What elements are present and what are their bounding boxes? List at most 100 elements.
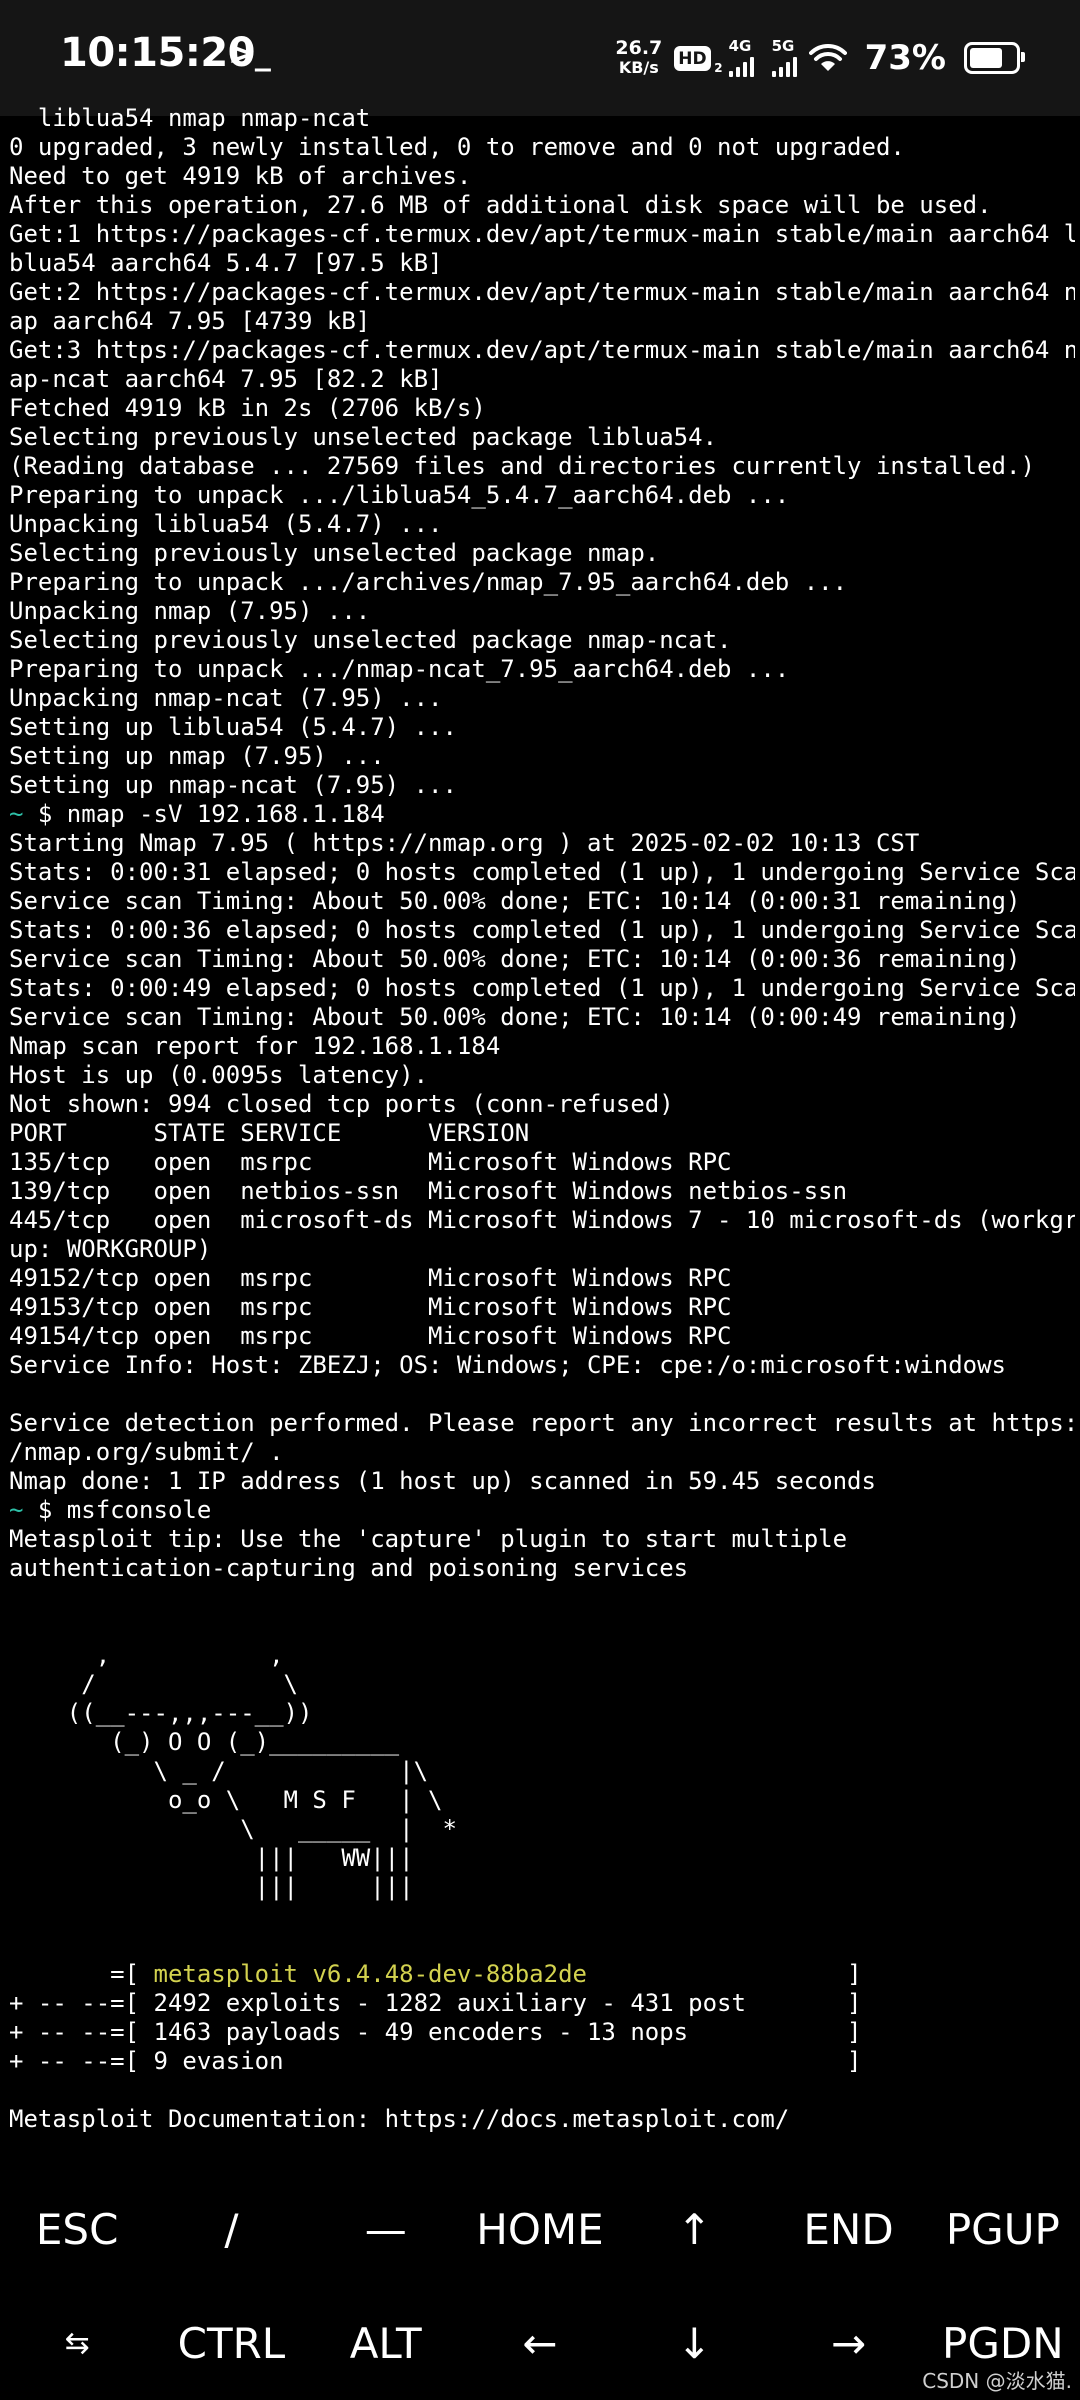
terminal-output[interactable]: liblua54 nmap nmap-ncat 0 upgraded, 3 new…: [9, 104, 1075, 2164]
terminal-line: Get:2 https://packages-cf.termux.dev/apt…: [9, 278, 1075, 306]
ascii-art-line: , ,: [9, 1641, 284, 1669]
extra-keys-row-2: ⇆ CTRL ALT ← ↓ → PGDN: [0, 2286, 1080, 2400]
key-pgup[interactable]: PGUP: [926, 2172, 1080, 2286]
banner-title-line: =[ metasploit v6.4.48-dev-88ba2de ]: [9, 1960, 1075, 1989]
terminal-line: 445/tcp open microsoft-ds Microsoft Wind…: [9, 1206, 1075, 1234]
terminal-line: up: WORKGROUP): [9, 1235, 212, 1263]
battery-icon: [964, 42, 1025, 74]
terminal-line: Get:1 https://packages-cf.termux.dev/apt…: [9, 220, 1075, 248]
ascii-art-line: ||| WW|||: [9, 1844, 414, 1872]
key-symbol[interactable]: ↑: [617, 2172, 771, 2286]
terminal-line: ap-ncat aarch64 7.95 [82.2 kB]: [9, 365, 443, 393]
ascii-art-line: o_o \ M S F | \: [9, 1786, 443, 1814]
network-speed-unit: KB/s: [618, 58, 659, 77]
ascii-art-line: / \: [9, 1670, 298, 1698]
tip-line: Metasploit tip: Use the 'capture' plugin…: [9, 1525, 848, 1553]
install-output: liblua54 nmap nmap-ncat 0 upgraded, 3 new…: [9, 104, 1075, 800]
terminal-line: Preparing to unpack .../nmap-ncat_7.95_a…: [9, 655, 790, 683]
banner-prefix: =[: [9, 1960, 154, 1988]
terminal-line: /nmap.org/submit/ .: [9, 1438, 284, 1466]
key-esc[interactable]: ESC: [0, 2172, 154, 2286]
terminal-line: Selecting previously unselected package …: [9, 539, 660, 567]
terminal-line: liblua54 nmap nmap-ncat: [9, 104, 371, 132]
metasploit-version: metasploit v6.4.48-dev-88ba2de: [153, 1960, 587, 1988]
terminal-line: Setting up liblua54 (5.4.7) ...: [9, 713, 457, 741]
ascii-art-line: ((__---,,,---__)): [9, 1699, 313, 1727]
terminal-line: Setting up nmap-ncat (7.95) ...: [9, 771, 457, 799]
terminal-line: 49153/tcp open msrpc Microsoft Windows R…: [9, 1293, 732, 1321]
ascii-art-line: (_) O O (_)_________: [9, 1728, 400, 1756]
key-ctrl[interactable]: CTRL: [154, 2286, 308, 2400]
terminal-line: Nmap done: 1 IP address (1 host up) scan…: [9, 1467, 876, 1495]
signal-4g-icon: 4G: [728, 37, 754, 77]
terminal-line: Unpacking liblua54 (5.4.7) ...: [9, 510, 443, 538]
key-symbol[interactable]: ⇆: [0, 2286, 154, 2400]
key-symbol[interactable]: →: [771, 2286, 925, 2400]
tip-line: authentication-capturing and poisoning s…: [9, 1554, 689, 1582]
network-speed-value: 26.7: [615, 37, 663, 59]
terminal-line: Nmap scan report for 192.168.1.184: [9, 1032, 501, 1060]
terminal-line: 49154/tcp open msrpc Microsoft Windows R…: [9, 1322, 732, 1350]
key-symbol[interactable]: —: [309, 2172, 463, 2286]
prompt-line-msfconsole: ~ $ msfconsole: [9, 1496, 1075, 1525]
key-end[interactable]: END: [771, 2172, 925, 2286]
ascii-art-line: \ _ / |\: [9, 1757, 429, 1785]
terminal-line: Starting Nmap 7.95 ( https://nmap.org ) …: [9, 829, 920, 857]
terminal-line: Unpacking nmap-ncat (7.95) ...: [9, 684, 443, 712]
input-line[interactable]: [9, 2163, 1075, 2164]
terminal-line: Selecting previously unselected package …: [9, 626, 732, 654]
status-bar: 10:15:20 >_ 26.7 KB/s HD 2 4G 5G 73%: [0, 0, 1080, 116]
key-symbol[interactable]: /: [154, 2172, 308, 2286]
terminal-line: Unpacking nmap (7.95) ...: [9, 597, 371, 625]
terminal-line: 0 upgraded, 3 newly installed, 0 to remo…: [9, 133, 905, 161]
terminal-line: 135/tcp open msrpc Microsoft Windows RPC: [9, 1148, 732, 1176]
docs-line: Metasploit Documentation: https://docs.m…: [9, 2105, 790, 2133]
terminal-line: Stats: 0:00:31 elapsed; 0 hosts complete…: [9, 858, 1075, 886]
ascii-art-line: ||| |||: [9, 1873, 414, 1901]
msfconsole-command: $ msfconsole: [23, 1496, 212, 1524]
terminal-line: Need to get 4919 kB of archives.: [9, 162, 472, 190]
extra-keys-bar: ESC / — HOME ↑ END PGUP ⇆ CTRL ALT ← ↓ → PGDN CSDN @…: [0, 2172, 1080, 2400]
terminal-line: Service Info: Host: ZBEZJ; OS: Windows; …: [9, 1351, 1006, 1379]
prompt-tilde: ~: [9, 1496, 24, 1524]
banner-line: + -- --=[ 1463 payloads - 49 encoders - …: [9, 2018, 862, 2046]
signal-5g-label: 5G: [771, 37, 795, 55]
terminal-line: Not shown: 994 closed tcp ports (conn-re…: [9, 1090, 674, 1118]
terminal-line: Preparing to unpack .../liblua54_5.4.7_a…: [9, 481, 790, 509]
terminal-line: Selecting previously unselected package …: [9, 423, 718, 451]
battery-percent: 73%: [864, 38, 946, 78]
wifi-icon: [808, 43, 847, 71]
hd-sub: 2: [714, 60, 723, 75]
key-symbol[interactable]: ↓: [617, 2286, 771, 2400]
watermark: CSDN @淡水猫.: [922, 2369, 1072, 2393]
status-indicators: 26.7 KB/s HD 2 4G 5G 73%: [615, 28, 1025, 88]
msf-ascii-art: , , / \ ((__---,,,---__)) (_) O O (_)___…: [9, 1641, 1075, 1902]
metasploit-tip: Metasploit tip: Use the 'capture' plugin…: [9, 1525, 1075, 1583]
signal-5g-icon: 5G: [771, 37, 797, 77]
terminal-line: Service scan Timing: About 50.00% done; …: [9, 887, 1021, 915]
terminal-line: Host is up (0.0095s latency).: [9, 1061, 429, 1089]
terminal-line: (Reading database ... 27569 files and di…: [9, 452, 1035, 480]
banner-line: + -- --=[ 2492 exploits - 1282 auxiliary…: [9, 1989, 862, 2017]
nmap-command: $ nmap -sV 192.168.1.184: [23, 800, 385, 828]
terminal-line: Preparing to unpack .../archives/nmap_7.…: [9, 568, 848, 596]
terminal-line: Stats: 0:00:49 elapsed; 0 hosts complete…: [9, 974, 1075, 1002]
key-symbol[interactable]: ←: [463, 2286, 617, 2400]
status-time: 10:15:20: [60, 30, 255, 76]
nmap-output: Starting Nmap 7.95 ( https://nmap.org ) …: [9, 829, 1075, 1496]
key-alt[interactable]: ALT: [309, 2286, 463, 2400]
terminal-line: After this operation, 27.6 MB of additio…: [9, 191, 992, 219]
terminal-line: 139/tcp open netbios-ssn Microsoft Windo…: [9, 1177, 848, 1205]
terminal-line: Stats: 0:00:36 elapsed; 0 hosts complete…: [9, 916, 1075, 944]
battery-fill: [970, 48, 1003, 68]
signal-4g-label: 4G: [728, 37, 752, 55]
terminal-line: Service scan Timing: About 50.00% done; …: [9, 945, 1021, 973]
banner-stats: + -- --=[ 2492 exploits - 1282 auxiliary…: [9, 1989, 1075, 2076]
hd-label: HD: [678, 48, 707, 69]
key-home[interactable]: HOME: [463, 2172, 617, 2286]
